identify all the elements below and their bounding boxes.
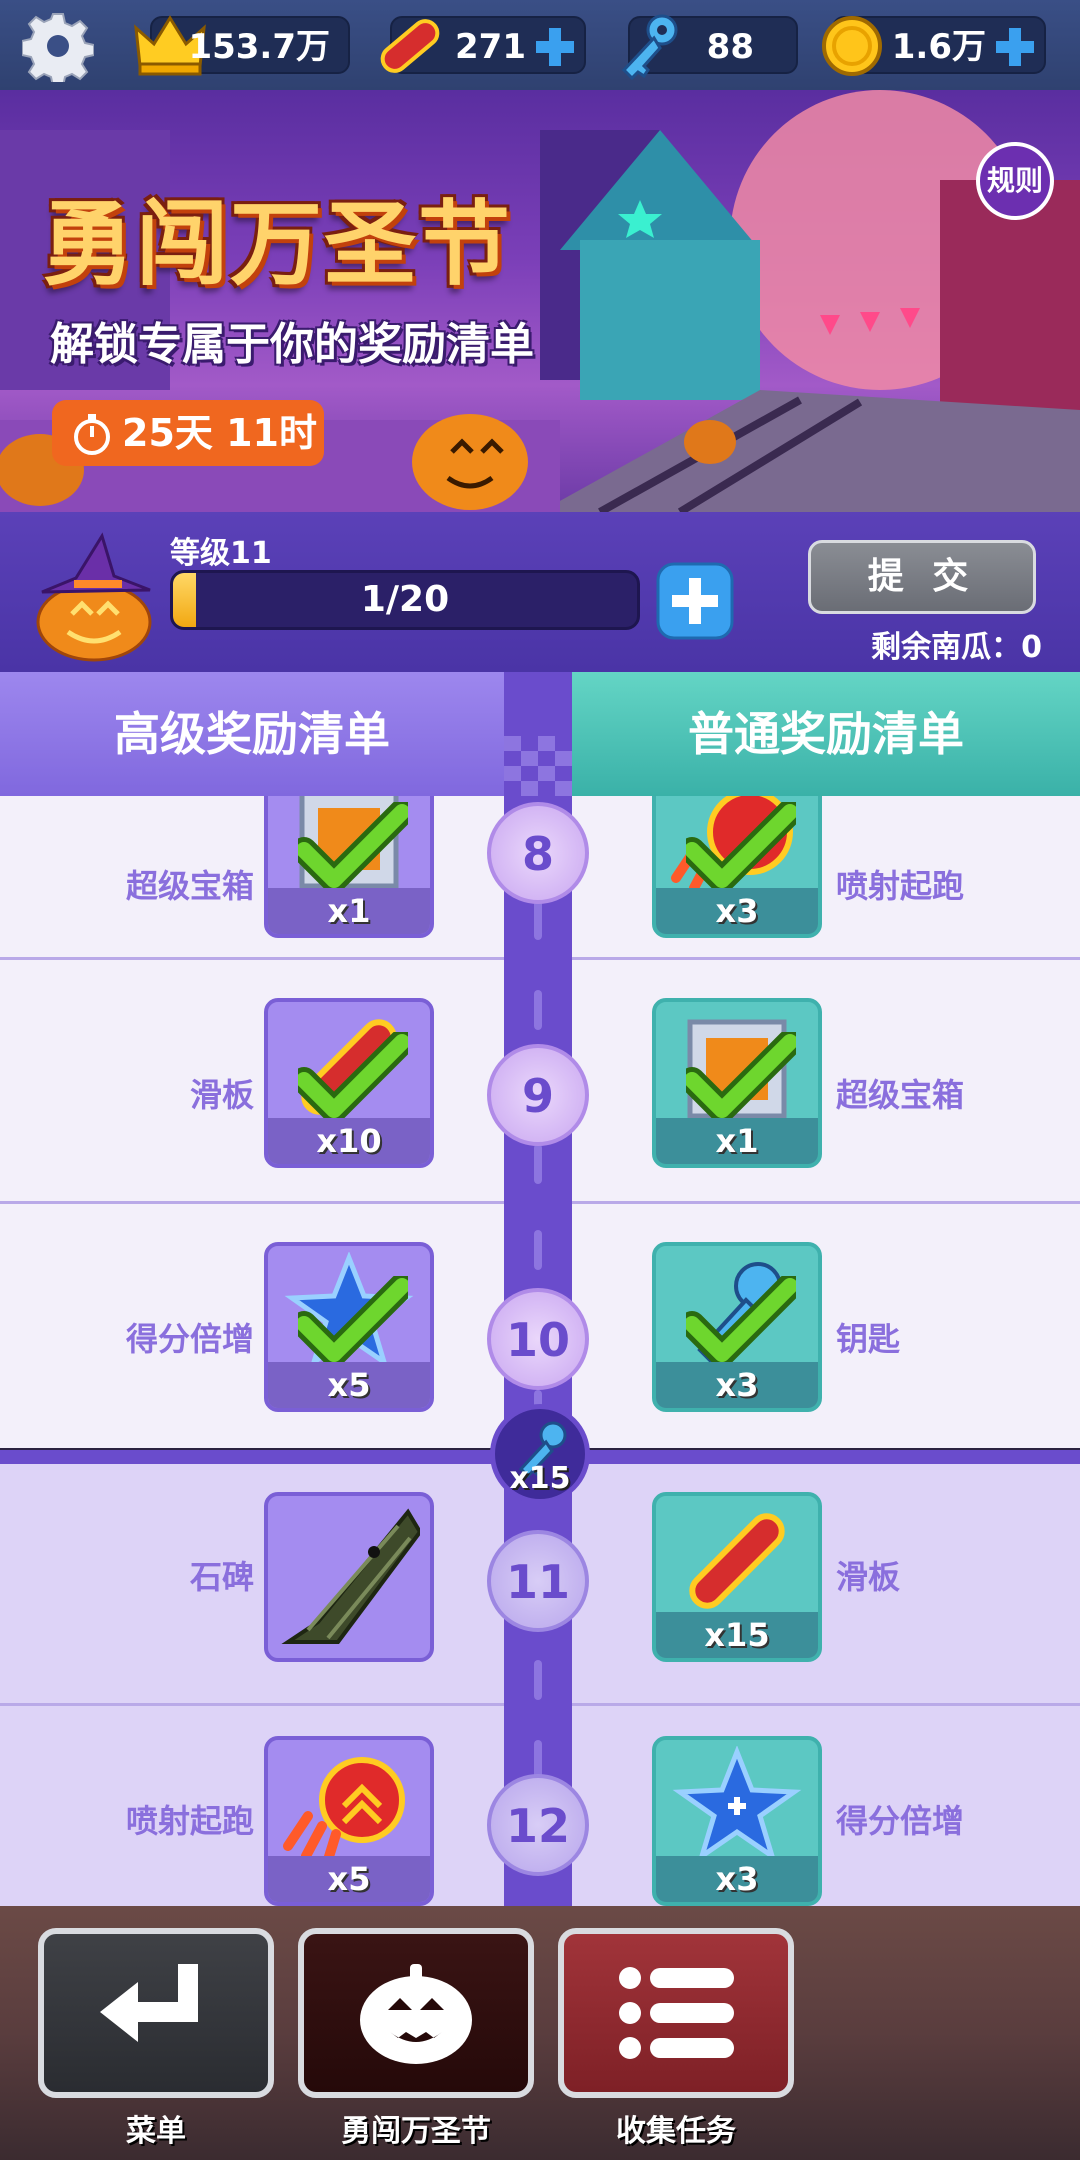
remaining-pumpkins: 剩余南瓜：0 bbox=[871, 630, 1042, 665]
milestone-reward[interactable]: x15 bbox=[490, 1404, 590, 1504]
normal-reward-card[interactable]: x3 bbox=[652, 796, 822, 938]
level-node-11: 11 bbox=[487, 1530, 589, 1632]
settings-gear-icon[interactable] bbox=[22, 10, 94, 82]
normal-reward-card[interactable]: x15 bbox=[652, 1492, 822, 1662]
level-progress-bar: 1/20 bbox=[170, 570, 640, 630]
normal-reward-name: 喷射起跑 bbox=[836, 867, 965, 905]
menu-button[interactable] bbox=[38, 1928, 274, 2098]
keys-counter: 88 bbox=[621, 14, 798, 81]
reward-quantity: x3 bbox=[715, 1860, 759, 1898]
reward-quantity: x5 bbox=[327, 1860, 371, 1898]
halloween-event-label: 勇闯万圣节 bbox=[341, 2114, 491, 2149]
normal-reward-name: 钥匙 bbox=[836, 1320, 901, 1358]
level-label: 等级11 bbox=[170, 536, 272, 571]
normal-reward-name: 得分倍增 bbox=[836, 1802, 965, 1840]
track-dash bbox=[534, 1660, 542, 1700]
witch-pumpkin-icon bbox=[36, 532, 152, 662]
reward-quantity bbox=[268, 1612, 430, 1658]
normal-reward-card[interactable]: x3 bbox=[652, 1736, 822, 1906]
coin-icon bbox=[822, 16, 882, 76]
claimed-checkmark-icon bbox=[298, 802, 408, 892]
hoverboards-value: 271 bbox=[455, 27, 526, 67]
coins-value: 1.6万 bbox=[891, 27, 986, 67]
premium-reward-name: 超级宝箱 bbox=[125, 867, 254, 905]
hoverboard-icon bbox=[689, 1513, 785, 1609]
track-dash bbox=[534, 1230, 542, 1270]
level-node-10: 10 bbox=[487, 1288, 589, 1390]
event-banner: 勇闯万圣节 解锁专属于你的奖励清单 25天 11时 规则 bbox=[0, 90, 1080, 512]
normal-reward-card[interactable]: x1 bbox=[652, 998, 822, 1168]
event-title: 勇闯万圣节 bbox=[42, 190, 513, 298]
coins-counter: 1.6万 bbox=[822, 16, 1046, 76]
claimed-checkmark-icon bbox=[686, 1276, 796, 1366]
claimed-checkmark-icon bbox=[686, 802, 796, 892]
checkered-flag-decoration bbox=[504, 736, 572, 796]
claimed-checkmark-icon bbox=[298, 1276, 408, 1366]
list-icon bbox=[619, 1967, 734, 2059]
premium-reward-card[interactable]: x5 bbox=[264, 1736, 434, 1906]
keys-value: 88 bbox=[706, 27, 754, 67]
hoverboards-counter: 271 bbox=[380, 16, 586, 74]
resource-bar: 153.7万 271 88 1.6万 bbox=[0, 0, 1080, 90]
level-node-12: 12 bbox=[487, 1774, 589, 1876]
score-booster-icon bbox=[672, 1746, 802, 1863]
level-node-9: 9 bbox=[487, 1044, 589, 1146]
halloween-event-button[interactable] bbox=[298, 1928, 534, 2098]
tab-normal-rewards[interactable]: 普通奖励清单 bbox=[572, 672, 1080, 796]
hoverboard-icon bbox=[380, 19, 440, 73]
reward-quantity: x10 bbox=[316, 1122, 382, 1160]
track-dash bbox=[534, 1144, 542, 1184]
claimed-checkmark-icon bbox=[298, 1032, 408, 1122]
reward-quantity: x3 bbox=[715, 892, 759, 930]
reward-quantity: x1 bbox=[715, 1122, 759, 1160]
event-timer: 25天 11时 bbox=[52, 400, 324, 466]
pumpkin-icon bbox=[360, 1964, 472, 2064]
back-arrow-icon bbox=[100, 1964, 198, 2042]
premium-reward-name: 滑板 bbox=[189, 1076, 254, 1114]
normal-reward-name: 超级宝箱 bbox=[836, 1076, 965, 1114]
add-coins-icon[interactable] bbox=[992, 24, 1038, 70]
premium-reward-name: 喷射起跑 bbox=[125, 1802, 254, 1840]
reward-quantity: x3 bbox=[715, 1366, 759, 1404]
normal-reward-card[interactable]: x3 bbox=[652, 1242, 822, 1412]
level-progress-text: 1/20 bbox=[360, 579, 450, 620]
submit-button[interactable]: 提 交 bbox=[808, 540, 1036, 614]
key-icon bbox=[621, 14, 678, 81]
premium-reward-name: 得分倍增 bbox=[125, 1320, 254, 1358]
milestone-quantity: x15 bbox=[509, 1461, 571, 1496]
track-dash bbox=[534, 990, 542, 1030]
rules-button[interactable]: 规则 bbox=[976, 142, 1054, 220]
claimed-checkmark-icon bbox=[686, 1032, 796, 1122]
stopwatch-icon bbox=[74, 414, 110, 455]
tab-premium-rewards[interactable]: 高级奖励清单 bbox=[0, 672, 504, 796]
event-timer-text: 25天 11时 bbox=[122, 411, 317, 455]
reward-quantity: x15 bbox=[704, 1616, 770, 1654]
reward-quantity: x5 bbox=[327, 1366, 371, 1404]
level-node-8: 8 bbox=[487, 802, 589, 904]
premium-reward-card[interactable] bbox=[264, 1492, 434, 1662]
add-hoverboards-icon[interactable] bbox=[532, 24, 578, 70]
premium-reward-card[interactable]: x5 bbox=[264, 1242, 434, 1412]
reward-quantity: x1 bbox=[327, 892, 371, 930]
buy-level-plus-icon[interactable] bbox=[656, 562, 734, 640]
event-subtitle: 解锁专属于你的奖励清单 bbox=[50, 319, 534, 370]
headstart-icon bbox=[283, 1757, 405, 1864]
track-dash bbox=[534, 900, 542, 940]
crowns-value: 153.7万 bbox=[188, 27, 330, 67]
collection-tasks-label: 收集任务 bbox=[616, 2114, 736, 2149]
collection-tasks-button[interactable] bbox=[558, 1928, 794, 2098]
premium-reward-card[interactable]: x10 bbox=[264, 998, 434, 1168]
menu-label: 菜单 bbox=[126, 2114, 186, 2149]
normal-reward-name: 滑板 bbox=[836, 1558, 901, 1596]
premium-reward-card[interactable]: x1 bbox=[264, 796, 434, 938]
crowns-counter: 153.7万 bbox=[134, 15, 350, 76]
premium-reward-name: 石碑 bbox=[189, 1558, 254, 1596]
